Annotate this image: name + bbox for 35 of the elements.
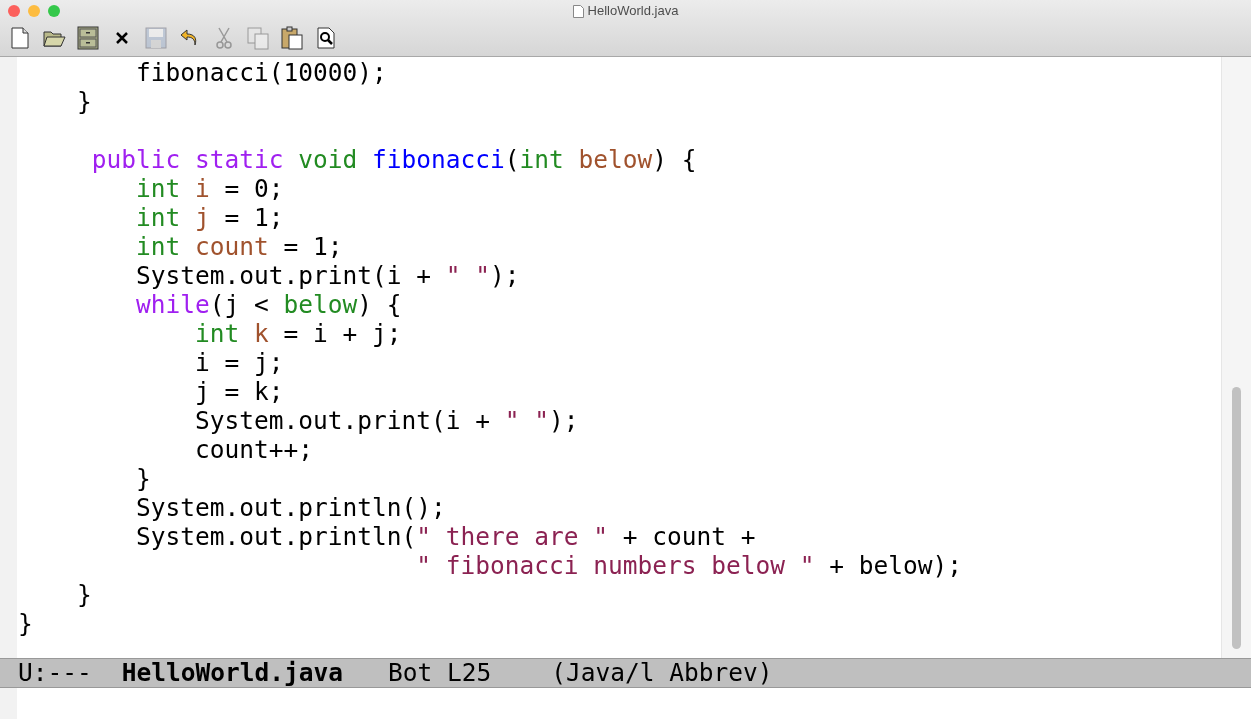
filing-cabinet-icon[interactable] (76, 26, 100, 50)
code-line: count++; (194, 435, 313, 464)
scrollbar-thumb[interactable] (1232, 387, 1241, 649)
code-line: j = k; (194, 377, 284, 406)
buffer-status: U:--- (18, 656, 92, 689)
scrollbar[interactable] (1221, 57, 1251, 658)
minimize-window-button[interactable] (28, 5, 40, 17)
code-line: while(j < below) { (135, 290, 402, 319)
code-line: int count = 1; (135, 232, 343, 261)
window-title: HelloWorld.java (587, 2, 679, 21)
major-mode: (Java/l Abbrev) (551, 656, 773, 689)
close-window-button[interactable] (8, 5, 20, 17)
code-line: int k = i + j; (194, 319, 402, 348)
document-icon (572, 4, 584, 18)
code-line: } (76, 87, 92, 116)
new-file-icon[interactable] (8, 26, 32, 50)
code-line: fibonacci(10000); (135, 58, 387, 87)
zoom-window-button[interactable] (48, 5, 60, 17)
code-line: System.out.println(); (135, 493, 446, 522)
clipboard-icon[interactable] (280, 26, 304, 50)
code-line: " fibonacci numbers below " + below); (415, 551, 963, 580)
code-line: int j = 1; (135, 203, 284, 232)
code-line: System.out.print(i + " "); (194, 406, 579, 435)
code-line: } (18, 609, 33, 638)
code-line: public static void fibonacci(int below) { (90, 145, 697, 174)
code-line: } (135, 464, 151, 493)
code-line: i = j; (194, 348, 284, 377)
buffer-position: Bot L25 (388, 656, 492, 689)
buffer-name: HelloWorld.java (121, 656, 344, 689)
code-line: } (76, 580, 92, 609)
code-line: int i = 0; (135, 174, 284, 203)
code-line: System.out.println(" there are " + count + (135, 522, 756, 551)
minibuffer-fringe (0, 688, 17, 719)
code-line: System.out.print(i + " "); (135, 261, 520, 290)
search-icon[interactable] (314, 26, 338, 50)
